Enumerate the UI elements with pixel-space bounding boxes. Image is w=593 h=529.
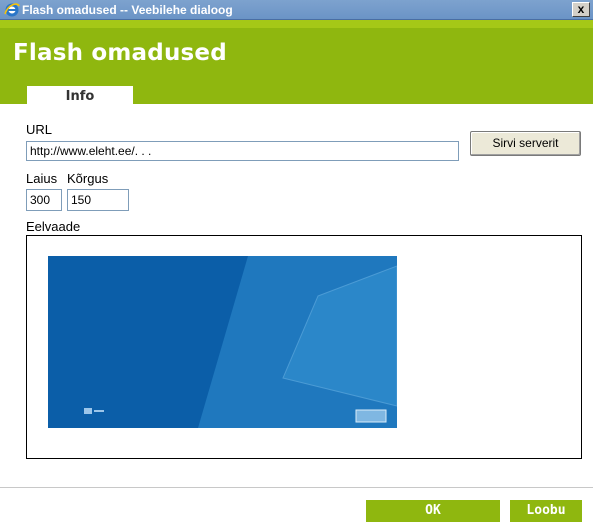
window-titlebar: Flash omadused -- Veebilehe dialoog x	[0, 0, 593, 20]
width-input[interactable]	[26, 189, 62, 211]
dialog-header: Flash omadused Info	[0, 20, 593, 112]
width-label: Laius	[26, 171, 58, 186]
flash-preview-image	[48, 256, 397, 428]
height-label: Kõrgus	[67, 171, 109, 186]
preview-panel	[26, 235, 582, 459]
height-input[interactable]	[67, 189, 129, 211]
dialog-footer: OK Loobu	[0, 487, 593, 529]
browse-server-button[interactable]: Sirvi serverit	[470, 131, 581, 156]
preview-label: Eelvaade	[26, 219, 81, 234]
url-input[interactable]	[26, 141, 459, 161]
url-label: URL	[26, 122, 53, 137]
cancel-button[interactable]: Loobu	[510, 500, 582, 522]
dialog-heading: Flash omadused	[13, 40, 227, 66]
window-title: Flash omadused -- Veebilehe dialoog	[22, 3, 233, 17]
close-button[interactable]: x	[572, 2, 590, 17]
internet-explorer-icon	[4, 3, 20, 17]
ok-button[interactable]: OK	[366, 500, 500, 522]
